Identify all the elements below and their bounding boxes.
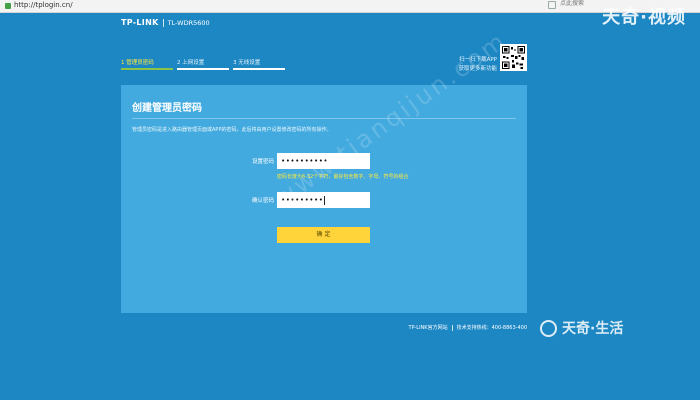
- official-site-link[interactable]: TP-LINK官方网站: [409, 325, 448, 331]
- step-progress-line: [177, 68, 229, 70]
- step-label: 3 无线设置: [233, 60, 261, 66]
- url-field[interactable]: http://tplogin.cn/: [3, 1, 363, 10]
- setup-panel: 创建管理员密码 管理员密码是进入路由器管理页面或APP的密码，此后将由用户设置修…: [121, 85, 527, 313]
- browser-menu-icon[interactable]: [548, 1, 556, 9]
- footer: TP-LINK官方网站 技术支持热线：400-8863-400: [390, 324, 527, 331]
- footer-divider: [451, 324, 453, 331]
- step-label: 1 管理员密码: [121, 60, 154, 66]
- top-watermark: 天奇·视频: [602, 7, 686, 28]
- password-label: 设置密码: [251, 159, 274, 165]
- router-model: TL-WDR5600: [167, 18, 210, 27]
- bottom-watermark: 天奇·生活: [540, 318, 623, 338]
- step-label: 2 上网设置: [177, 60, 205, 66]
- confirm-button[interactable]: 确 定: [277, 227, 370, 243]
- bottom-watermark-text: 天奇·生活: [562, 321, 624, 337]
- browser-search-hint[interactable]: 点此搜索: [560, 0, 584, 8]
- step-admin-password: 1 管理员密码: [121, 58, 173, 70]
- browser-address-bar: http://tplogin.cn/ 点此搜索: [0, 0, 700, 13]
- secure-site-icon: [5, 2, 11, 9]
- title-divider: [132, 118, 516, 119]
- step-progress-line: [121, 68, 173, 70]
- brand-divider: [162, 18, 164, 27]
- url-text: http://tplogin.cn/: [14, 1, 73, 9]
- brand-logo: TP-LINK: [121, 18, 159, 27]
- text-cursor: [324, 195, 326, 205]
- panel-description: 管理员密码是进入路由器管理页面或APP的密码，此后将由用户设置修改密码的所有操作…: [132, 127, 332, 133]
- page-title: 创建管理员密码: [132, 103, 202, 114]
- step-progress-line: [233, 68, 285, 70]
- brand-header: TP-LINK TL-WDR5600: [121, 18, 210, 27]
- confirm-password-label: 确认密码: [251, 198, 274, 204]
- step-internet-setup: 2 上网设置: [177, 58, 229, 70]
- watermark-logo-icon: [540, 319, 557, 337]
- step-wireless-setup: 3 无线设置: [233, 58, 285, 70]
- support-hotline: 技术支持热线：400-8863-400: [456, 325, 527, 331]
